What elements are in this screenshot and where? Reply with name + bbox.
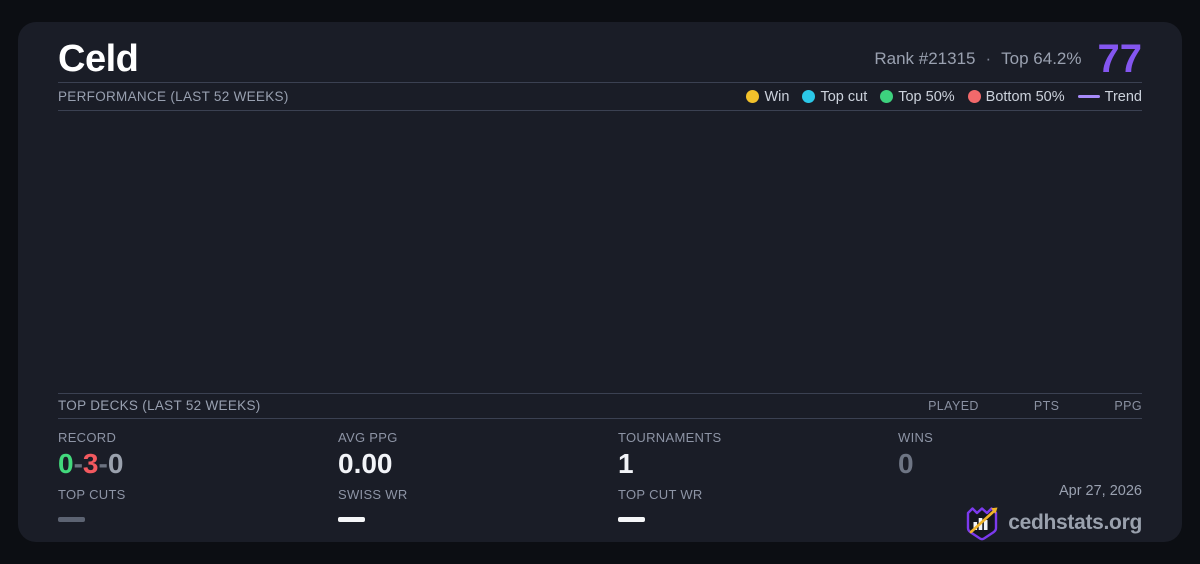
stat-label: TOP CUTS [58, 487, 126, 502]
record-value: 0-3-0 [58, 447, 338, 479]
player-stats-card: Celd Rank #21315 · Top 64.2% 77 PERFORMA… [18, 22, 1182, 542]
record-losses: 3 [82, 447, 99, 479]
legend-label: Top 50% [898, 88, 955, 105]
win-dot-icon [746, 90, 760, 104]
cedhstats-shield-logo-icon [966, 507, 998, 541]
legend-label: Win [764, 88, 790, 105]
record-separator: - [73, 447, 83, 479]
wins-value: 0 [898, 447, 914, 479]
top-cut-wr-empty-dash [618, 517, 645, 522]
swiss-wr-empty-dash [338, 517, 365, 522]
bottom-50-dot-icon [967, 90, 981, 104]
top-decks-section-header: TOP DECKS (LAST 52 WEEKS) PLAYED PTS PPG [58, 394, 1142, 419]
performance-section-title: PERFORMANCE (LAST 52 WEEKS) [58, 89, 289, 105]
legend-label: Bottom 50% [985, 88, 1065, 105]
tournaments-value: 1 [618, 447, 634, 479]
column-header-ppg: PPG [1114, 398, 1142, 413]
top-percent-label: Top 64.2% [1001, 49, 1082, 69]
stat-label: TOURNAMENTS [618, 429, 722, 445]
column-header-played: PLAYED [928, 398, 979, 413]
legend-item-win: Win [746, 89, 789, 105]
stat-label: SWISS WR [338, 487, 408, 502]
stat-swiss-wr: SWISS WR [338, 487, 618, 542]
stat-label: RECORD [58, 429, 117, 445]
stat-top-cuts: TOP CUTS [58, 487, 338, 542]
stat-label: AVG PPG [338, 429, 398, 445]
stat-wins: WINS 0 [898, 430, 1142, 478]
brand: cedhstats.org [964, 504, 1142, 542]
top-cut-dot-icon [802, 90, 816, 104]
trend-line-icon [1077, 95, 1100, 99]
performance-chart [58, 111, 1142, 395]
rank-label: Rank #21315 [874, 49, 976, 69]
legend-label: Trend [1104, 88, 1142, 105]
stat-avg-ppg: AVG PPG 0.00 [338, 430, 618, 478]
card-header: Celd Rank #21315 · Top 64.2% 77 [58, 22, 1142, 84]
player-score: 77 [1097, 37, 1143, 82]
column-header-pts: PTS [1033, 398, 1060, 413]
chart-legend: Win Top cut Top 50% Bottom 50% Trend [746, 89, 1142, 105]
record-draws: 0 [107, 447, 124, 479]
stat-label: TOP CUT WR [618, 487, 703, 502]
top-decks-section-title: TOP DECKS (LAST 52 WEEKS) [58, 398, 261, 414]
legend-item-top-cut: Top cut [802, 89, 867, 105]
brand-name: cedhstats.org [1008, 511, 1142, 534]
generated-date: Apr 27, 2026 [1058, 483, 1142, 499]
legend-item-top-50: Top 50% [880, 88, 955, 105]
stat-label: WINS [898, 429, 934, 445]
legend-item-bottom-50: Bottom 50% [967, 88, 1065, 105]
record-separator: - [98, 447, 108, 479]
performance-section-header: PERFORMANCE (LAST 52 WEEKS) Win Top cut … [58, 83, 1142, 111]
stat-tournaments: TOURNAMENTS 1 [618, 430, 898, 478]
top-decks-column-headers: PLAYED PTS PPG [928, 399, 1142, 413]
rank-group: Rank #21315 · Top 64.2% 77 [874, 39, 1142, 79]
stat-top-cut-wr: TOP CUT WR [618, 487, 898, 542]
record-wins: 0 [58, 447, 74, 479]
top-cuts-empty-dash [58, 517, 85, 522]
stats-grid: RECORD 0-3-0 AVG PPG 0.00 TOURNAMENTS 1 … [58, 419, 1142, 542]
avg-ppg-value: 0.00 [338, 447, 393, 479]
top-50-dot-icon [880, 90, 894, 104]
player-name: Celd [58, 37, 139, 80]
legend-item-trend: Trend [1077, 88, 1142, 105]
rank-separator: · [985, 49, 992, 69]
legend-label: Top cut [820, 88, 868, 105]
stat-record: RECORD 0-3-0 [58, 430, 338, 478]
card-footer: Apr 27, 2026 cedhstats.org [964, 483, 1142, 542]
